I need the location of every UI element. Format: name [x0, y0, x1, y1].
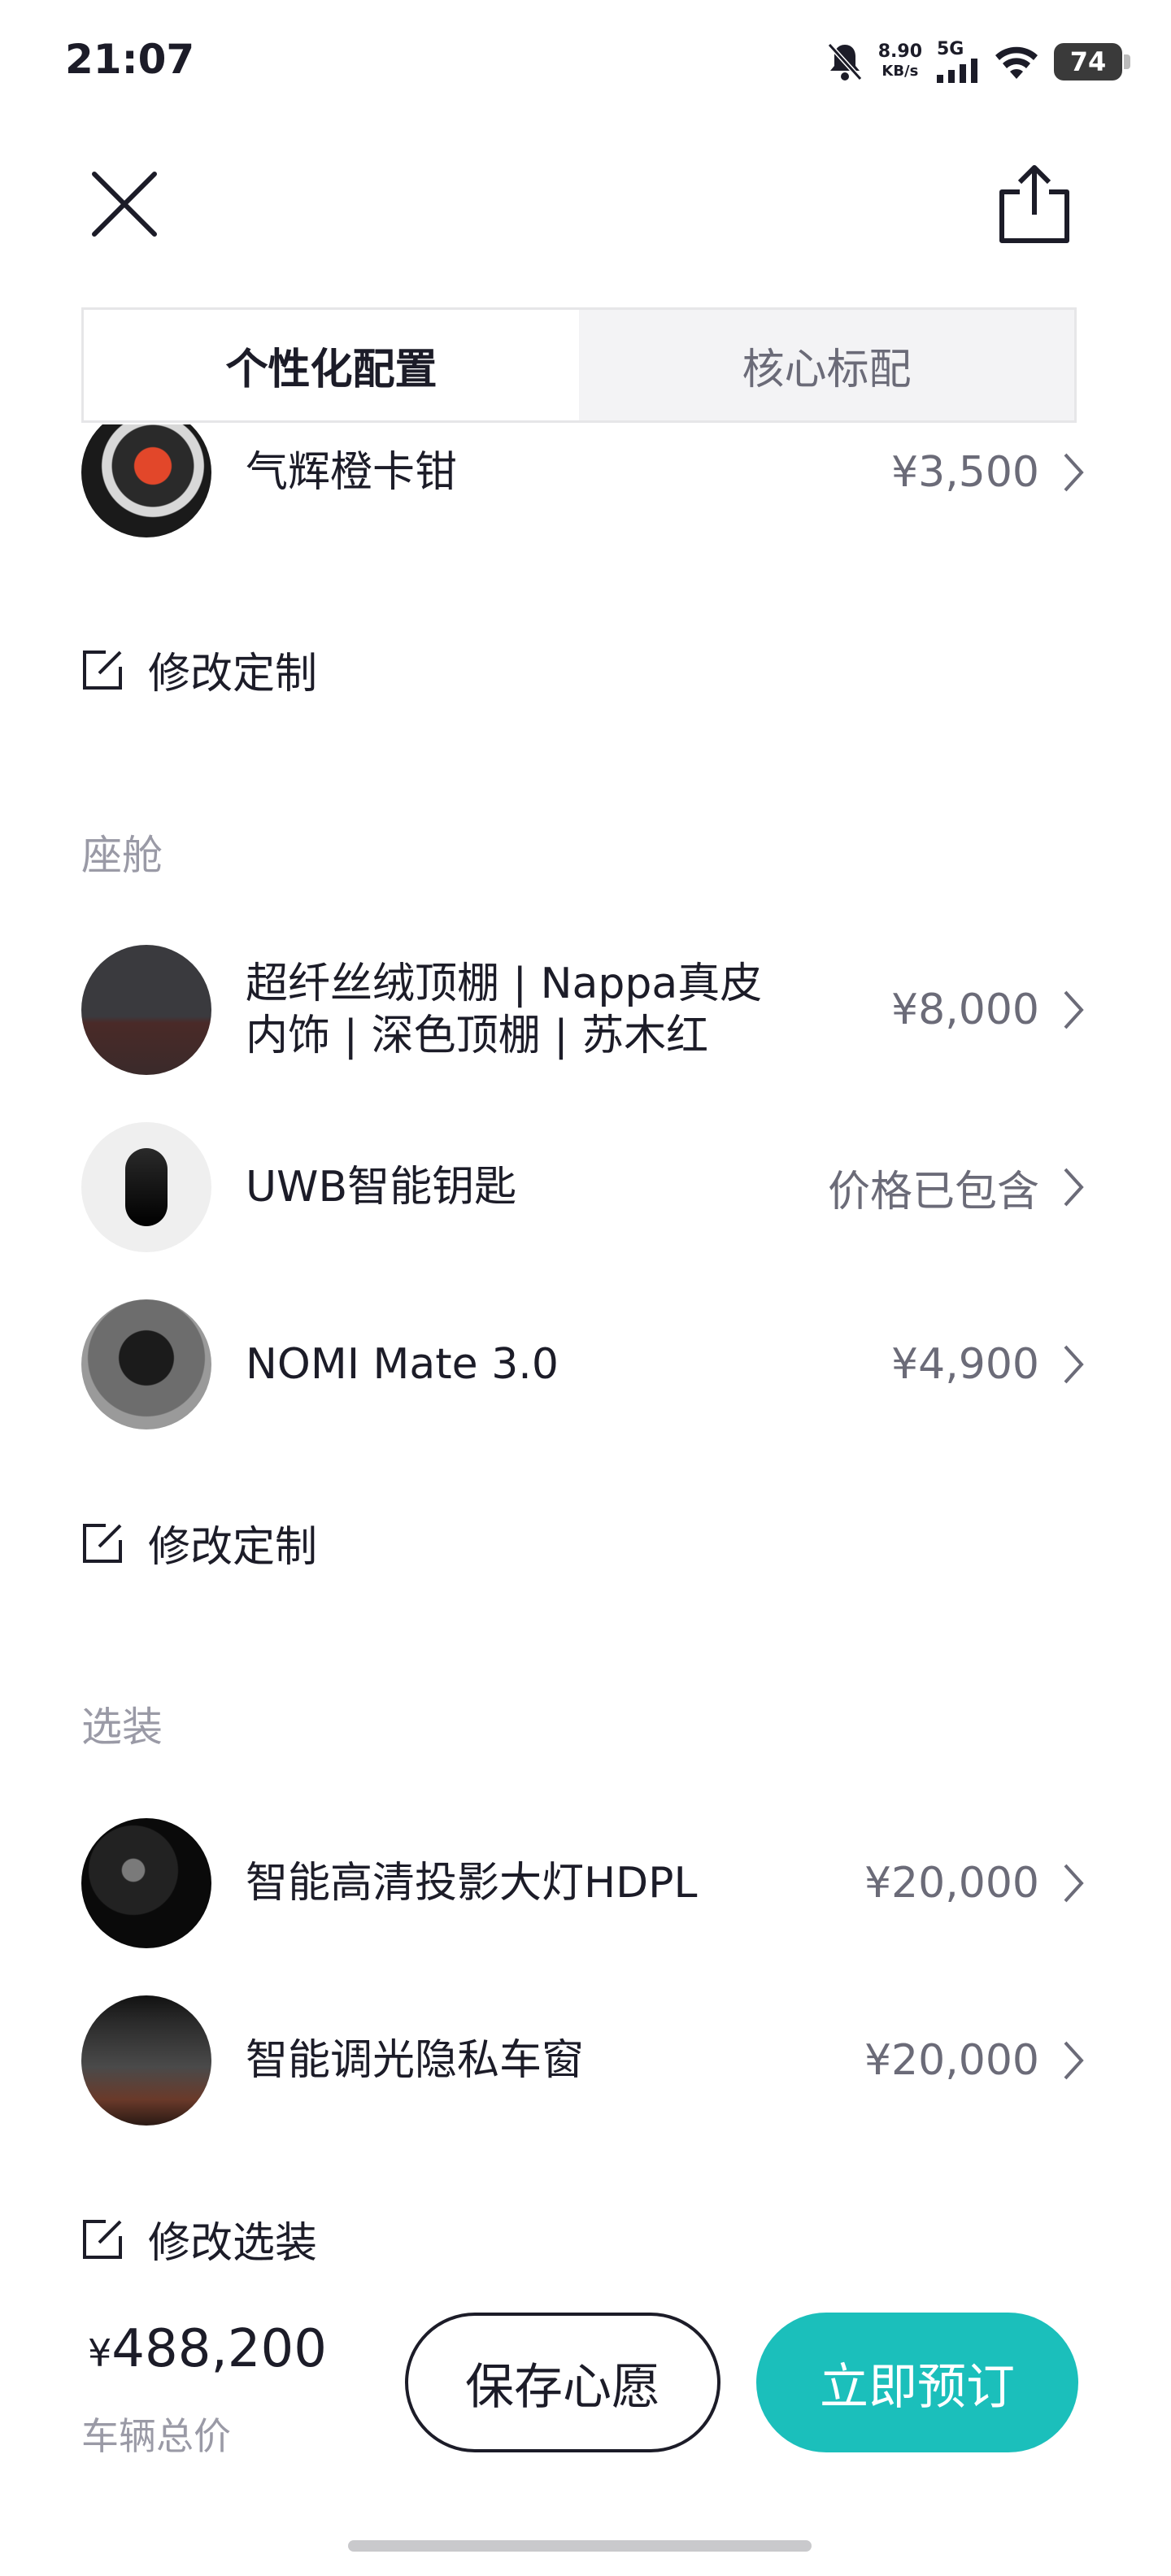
signal-indicator: 5G: [937, 41, 979, 83]
home-indicator[interactable]: [348, 2540, 812, 2552]
item-label: 气辉橙卡钳: [246, 448, 458, 497]
hdpl-thumbnail: [81, 1818, 211, 1948]
item-label: 智能调光隐私车窗: [246, 2036, 585, 2085]
chevron-right-icon: [1064, 1864, 1084, 1903]
list-item-hdpl[interactable]: 智能高清投影大灯HDPL ¥20,000: [81, 1818, 1090, 1948]
list-item-nomi-mate[interactable]: NOMI Mate 3.0 ¥4,900: [81, 1299, 1090, 1429]
mute-bell-icon: [827, 42, 862, 81]
nomi-thumbnail: [81, 1299, 211, 1429]
net-speed-value: 8.90: [877, 41, 922, 62]
chevron-right-icon: [1064, 1345, 1084, 1384]
item-label: NOMI Mate 3.0: [246, 1340, 559, 1389]
item-label-line2: 内饰 | 深色顶棚 | 苏木红: [246, 1012, 709, 1060]
edit-customization-button-2[interactable]: 修改定制: [81, 1512, 317, 1573]
wifi-icon: [995, 46, 1038, 79]
item-label: 超纤丝绒顶棚 | Nappa真皮 内饰 | 深色顶棚 | 苏木红: [246, 958, 891, 1062]
edit-icon: [83, 2219, 122, 2259]
net-speed: 8.90 KB/s: [878, 42, 922, 81]
edit-icon: [83, 1523, 122, 1563]
signal-bars-icon: [937, 59, 977, 83]
key-thumbnail: [81, 1122, 211, 1252]
chevron-right-icon: [1064, 2041, 1084, 2080]
net-speed-unit: KB/s: [882, 63, 919, 80]
item-label: UWB智能钥匙: [246, 1163, 517, 1212]
section-title-cabin: 座舱: [81, 832, 163, 879]
interior-thumbnail: [81, 945, 211, 1075]
item-price: ¥20,000: [864, 1859, 1039, 1908]
item-price: ¥4,900: [891, 1340, 1039, 1389]
total-value: 488,200: [111, 2319, 327, 2379]
status-icons: 8.90 KB/s 5G 74: [826, 37, 1130, 86]
edit-options-button[interactable]: 修改选装: [81, 2208, 317, 2269]
item-label-line1: 超纤丝绒顶棚 | Nappa真皮: [246, 959, 763, 1008]
key-fob-shape: [125, 1148, 168, 1226]
total-price-label: 车辆总价: [81, 2414, 231, 2458]
save-wish-button[interactable]: 保存心愿: [405, 2313, 720, 2452]
section-title-options: 选装: [81, 1704, 163, 1751]
edit-label: 修改定制: [148, 1523, 318, 1572]
list-item-uwb-key[interactable]: UWB智能钥匙 价格已包含: [81, 1122, 1090, 1252]
item-price: ¥20,000: [864, 2036, 1039, 2085]
chevron-right-icon: [1064, 990, 1084, 1029]
list-item-interior[interactable]: 超纤丝绒顶棚 | Nappa真皮 内饰 | 深色顶棚 | 苏木红 ¥8,000: [81, 945, 1090, 1075]
caliper-thumbnail: [81, 424, 211, 537]
item-price: ¥8,000: [891, 986, 1039, 1034]
edit-label: 修改选装: [148, 2219, 318, 2268]
tab-core-standard[interactable]: 核心标配: [579, 310, 1074, 420]
window-thumbnail: [81, 1995, 211, 2126]
edit-label: 修改定制: [148, 650, 318, 698]
signal-label: 5G: [937, 39, 964, 59]
list-item-caliper[interactable]: 气辉橙卡钳 ¥3,500: [81, 424, 1090, 555]
total-price: ¥488,200: [88, 2319, 327, 2379]
currency-symbol: ¥: [88, 2331, 112, 2375]
edit-customization-button-1[interactable]: 修改定制: [81, 639, 317, 700]
item-label: 智能高清投影大灯HDPL: [246, 1859, 698, 1908]
battery-indicator: 74: [1054, 43, 1130, 80]
tab-personalized[interactable]: 个性化配置: [84, 310, 579, 420]
order-now-button[interactable]: 立即预订: [756, 2313, 1078, 2452]
status-time: 21:07: [65, 36, 195, 83]
share-icon[interactable]: [997, 163, 1072, 244]
edit-icon: [83, 650, 122, 690]
close-icon[interactable]: [89, 169, 159, 239]
chevron-right-icon: [1064, 453, 1084, 492]
chevron-right-icon: [1064, 1168, 1084, 1207]
item-price: 价格已包含: [827, 1167, 1039, 1216]
item-price: ¥3,500: [891, 448, 1039, 497]
config-tabs: 个性化配置 核心标配: [81, 307, 1077, 423]
list-item-privacy-window[interactable]: 智能调光隐私车窗 ¥20,000: [81, 1995, 1090, 2126]
